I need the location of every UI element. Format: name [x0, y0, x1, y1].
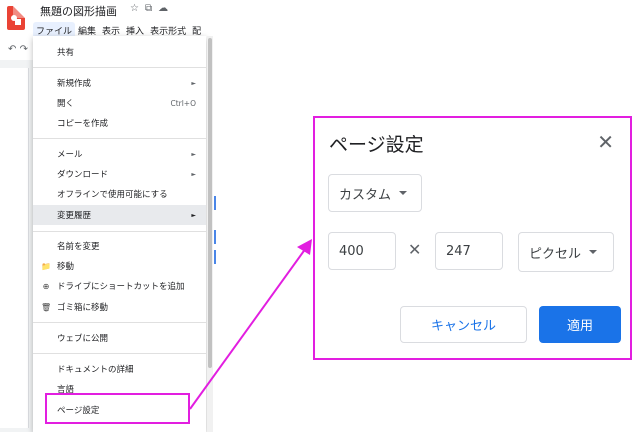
- menu-item-label: ドライブにショートカットを追加: [57, 282, 185, 292]
- menu-item-rename[interactable]: 名前を変更: [33, 236, 206, 256]
- trash-icon: 🗑: [41, 302, 52, 312]
- menu-item-label: ダウンロード: [57, 170, 109, 180]
- menu-divider: [33, 138, 206, 139]
- menu-item-label: ゴミ箱に移動: [57, 303, 109, 313]
- submenu-arrow-icon: ►: [191, 170, 196, 178]
- unit-value: ピクセル: [529, 246, 582, 262]
- menu-divider: [33, 322, 206, 323]
- move-folder-icon[interactable]: ⧉: [145, 3, 152, 14]
- drive-shortcut-icon: ⊕: [42, 281, 50, 291]
- document-title[interactable]: 無題の図形描画: [40, 3, 117, 19]
- file-menu: 共有 新規作成 ► 開く Ctrl+O コピーを作成 メール ► ダウンロード …: [33, 36, 206, 432]
- submenu-arrow-icon: ►: [191, 211, 196, 219]
- menu-item-publish-web[interactable]: ウェブに公開: [33, 328, 206, 348]
- apply-button[interactable]: 適用: [539, 306, 621, 343]
- menu-divider: [33, 67, 206, 68]
- shape-square-icon: [15, 19, 21, 25]
- menu-item-label: 変更履歴: [57, 211, 92, 221]
- redo-icon[interactable]: ↷: [20, 44, 28, 55]
- menu-item-version-history[interactable]: 変更履歴 ►: [33, 205, 206, 225]
- folder-icon: 📁: [41, 261, 51, 271]
- menu-item-label: メール: [57, 150, 83, 160]
- menu-item-add-shortcut[interactable]: ⊕ ドライブにショートカットを追加: [33, 276, 206, 296]
- menu-item-label: ドキュメントの詳細: [57, 365, 134, 375]
- undo-icon[interactable]: ↶: [8, 44, 16, 55]
- chevron-down-icon: [589, 250, 598, 254]
- annotation-highlight-box: [45, 393, 190, 424]
- menu-item-label: オフラインで使用可能にする: [57, 190, 168, 200]
- menu-item-open[interactable]: 開く Ctrl+O: [33, 93, 206, 113]
- unit-select[interactable]: ピクセル: [518, 232, 614, 272]
- submenu-arrow-icon: ►: [191, 79, 196, 87]
- menu-item-label: ウェブに公開: [57, 334, 109, 344]
- page-size-select[interactable]: カスタム: [328, 174, 422, 212]
- menu-item-email[interactable]: メール ►: [33, 144, 206, 164]
- menu-item-shortcut: Ctrl+O: [170, 98, 196, 108]
- menu-item-doc-details[interactable]: ドキュメントの詳細: [33, 359, 206, 379]
- submenu-arrow-icon: ►: [191, 150, 196, 158]
- drawing-canvas-area[interactable]: [0, 60, 34, 432]
- menu-item-label: 移動: [57, 262, 75, 272]
- menu-item-download[interactable]: ダウンロード ►: [33, 164, 206, 184]
- menu-divider: [33, 231, 206, 232]
- menu-item-move[interactable]: 📁 移動: [33, 256, 206, 276]
- drawings-app-icon[interactable]: [7, 6, 25, 30]
- menu-item-label: 新規作成: [57, 79, 92, 89]
- title-actions: ☆ ⧉ ☁: [130, 3, 168, 14]
- height-value: 247: [446, 243, 471, 259]
- close-icon[interactable]: ✕: [597, 132, 614, 152]
- height-input[interactable]: 247: [435, 232, 503, 270]
- menu-item-new[interactable]: 新規作成 ►: [33, 73, 206, 93]
- canvas-guide-mark: [214, 250, 216, 264]
- canvas-guide-mark: [214, 196, 216, 210]
- canvas-guide-mark: [214, 230, 216, 244]
- cancel-button[interactable]: キャンセル: [400, 306, 527, 343]
- menu-item-label: コピーを作成: [57, 119, 109, 129]
- menu-item-make-copy[interactable]: コピーを作成: [33, 113, 206, 133]
- width-input[interactable]: 400: [328, 232, 396, 270]
- drawing-page[interactable]: [0, 68, 29, 428]
- chevron-down-icon: [399, 191, 408, 195]
- page-setup-dialog: ページ設定 ✕ カスタム 400 ✕ 247 ピクセル キャンセル 適用: [313, 116, 632, 360]
- menu-item-offline[interactable]: オフラインで使用可能にする: [33, 184, 206, 204]
- cloud-status-icon[interactable]: ☁: [158, 3, 168, 14]
- menu-scrollbar[interactable]: [207, 36, 213, 432]
- times-icon: ✕: [408, 240, 422, 259]
- menu-item-label: 開く: [57, 99, 75, 109]
- menu-item-label: 共有: [57, 48, 75, 58]
- menu-divider: [33, 353, 206, 354]
- menu-item-trash[interactable]: 🗑 ゴミ箱に移動: [33, 297, 206, 317]
- width-value: 400: [339, 243, 364, 259]
- page-size-value: カスタム: [339, 187, 392, 203]
- star-icon[interactable]: ☆: [130, 3, 139, 14]
- dialog-title: ページ設定: [329, 135, 424, 156]
- scrollbar-thumb[interactable]: [208, 38, 212, 368]
- menu-item-label: 名前を変更: [57, 242, 100, 252]
- menu-item-share[interactable]: 共有: [33, 42, 206, 62]
